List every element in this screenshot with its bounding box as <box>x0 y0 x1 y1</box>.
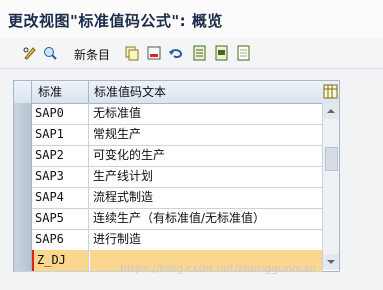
scroll-up-icon[interactable] <box>323 103 339 119</box>
cell-code[interactable]: SAP3 <box>32 166 89 187</box>
scroll-thumb[interactable] <box>325 147 338 171</box>
watermark-text: https://blog.csdn.net/zhongguomao <box>120 262 316 275</box>
title-bar: 更改视图"标准值码公式": 概览 <box>0 0 383 38</box>
page-title: 更改视图"标准值码公式": 概览 <box>8 12 223 30</box>
new-entries-button[interactable]: 新条目 <box>74 46 110 63</box>
cell-text[interactable]: 无标准值 <box>90 103 322 124</box>
delete-icon[interactable] <box>146 45 162 61</box>
table-row[interactable]: SAP5 连续生产（有标准值/无标准值） <box>14 208 322 230</box>
cell-text[interactable]: 可变化的生产 <box>90 145 322 166</box>
column-header-standard[interactable]: 标准 <box>32 81 89 103</box>
select-all-cell[interactable] <box>14 81 32 103</box>
row-selector[interactable] <box>14 166 32 187</box>
column-header-standard-text[interactable]: 标准值码文本 <box>90 81 322 103</box>
table-row[interactable]: SAP2 可变化的生产 <box>14 145 322 167</box>
table-row[interactable]: SAP0 无标准值 <box>14 103 322 125</box>
vertical-scrollbar[interactable] <box>322 103 339 270</box>
cell-code[interactable]: SAP1 <box>32 124 89 145</box>
table-row[interactable]: SAP3 生产线计划 <box>14 166 322 188</box>
toolbar: 新条目 <box>0 38 383 69</box>
cell-text[interactable]: 流程式制造 <box>90 187 322 208</box>
table-row[interactable]: SAP4 流程式制造 <box>14 187 322 209</box>
cell-code[interactable]: SAP5 <box>32 208 89 229</box>
copy-icon[interactable] <box>124 45 140 61</box>
table-settings-icon[interactable] <box>323 84 338 99</box>
row-selector[interactable] <box>14 250 32 271</box>
entries-table: 标准 标准值码文本 SAP0 无标准值 SAP1 常规生产 SAP2 可变化的生… <box>13 80 340 272</box>
row-selector[interactable] <box>14 208 32 229</box>
select-all-icon[interactable] <box>192 45 208 61</box>
row-selector[interactable] <box>14 187 32 208</box>
cell-text[interactable]: 连续生产（有标准值/无标准值） <box>90 208 322 229</box>
cell-code[interactable]: SAP6 <box>32 229 89 250</box>
pencil-glasses-icon[interactable] <box>22 45 38 61</box>
cell-code[interactable]: SAP4 <box>32 187 89 208</box>
cell-text[interactable]: 常规生产 <box>90 124 322 145</box>
cell-code[interactable]: SAP0 <box>32 103 89 124</box>
deselect-all-icon[interactable] <box>236 45 252 61</box>
table-header: 标准 标准值码文本 <box>14 81 339 104</box>
select-block-icon[interactable] <box>214 45 230 61</box>
row-selector[interactable] <box>14 145 32 166</box>
row-selector[interactable] <box>14 103 32 124</box>
table-row[interactable]: SAP6 进行制造 <box>14 229 322 251</box>
scroll-down-icon[interactable] <box>323 254 339 270</box>
cell-text[interactable]: 生产线计划 <box>90 166 322 187</box>
row-selector[interactable] <box>14 229 32 250</box>
cell-code[interactable]: SAP2 <box>32 145 89 166</box>
display-change-icon[interactable] <box>42 45 58 61</box>
table-row[interactable]: SAP1 常规生产 <box>14 124 322 146</box>
cell-text[interactable]: 进行制造 <box>90 229 322 250</box>
cell-code[interactable]: Z_DJ <box>32 250 89 271</box>
undo-icon[interactable] <box>168 45 184 61</box>
row-selector[interactable] <box>14 124 32 145</box>
